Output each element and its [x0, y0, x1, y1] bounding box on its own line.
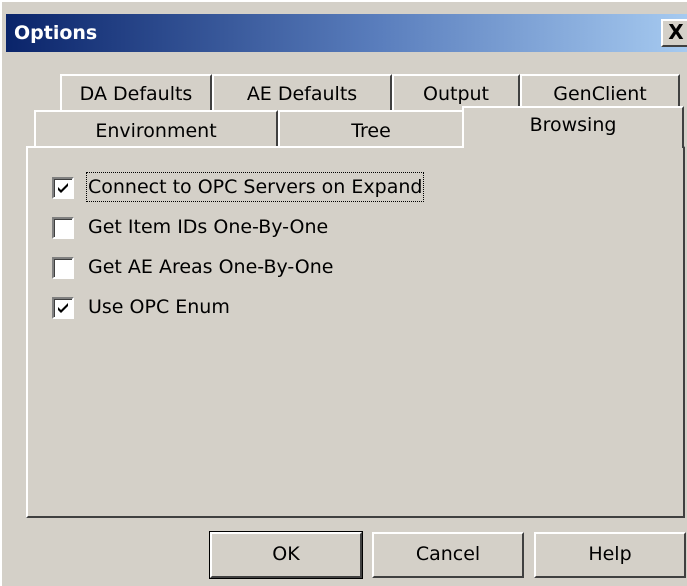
option-label: Use OPC Enum [88, 296, 230, 318]
browsing-panel [26, 146, 685, 518]
tab-ae-defaults[interactable]: AE Defaults [212, 74, 392, 114]
title-bar[interactable]: Options X [6, 14, 687, 52]
tab-tree[interactable]: Tree [278, 110, 464, 150]
checkbox-connect-on-expand[interactable] [52, 177, 74, 199]
tab-environment[interactable]: Environment [34, 110, 278, 150]
window-title: Options [14, 22, 98, 44]
option-label: Connect to OPC Servers on Expand [85, 172, 425, 202]
close-icon: X [668, 20, 684, 44]
checkbox-item-ids-one-by-one[interactable] [52, 217, 74, 239]
checkbox-ae-areas-one-by-one[interactable] [52, 257, 74, 279]
tab-browsing[interactable]: Browsing [462, 106, 684, 148]
options-dialog: Options X DA Defaults AE Defaults Output… [0, 0, 687, 586]
help-button[interactable]: Help [534, 532, 686, 578]
ok-button[interactable]: OK [209, 531, 363, 579]
cancel-button[interactable]: Cancel [372, 532, 524, 578]
option-label: Get AE Areas One-By-One [88, 256, 334, 278]
tab-da-defaults[interactable]: DA Defaults [60, 74, 212, 114]
checkbox-use-opc-enum[interactable] [52, 297, 74, 319]
checkmark-icon [58, 183, 68, 193]
checkmark-icon [58, 303, 68, 313]
option-label: Get Item IDs One-By-One [88, 216, 329, 238]
close-button[interactable]: X [661, 19, 687, 47]
